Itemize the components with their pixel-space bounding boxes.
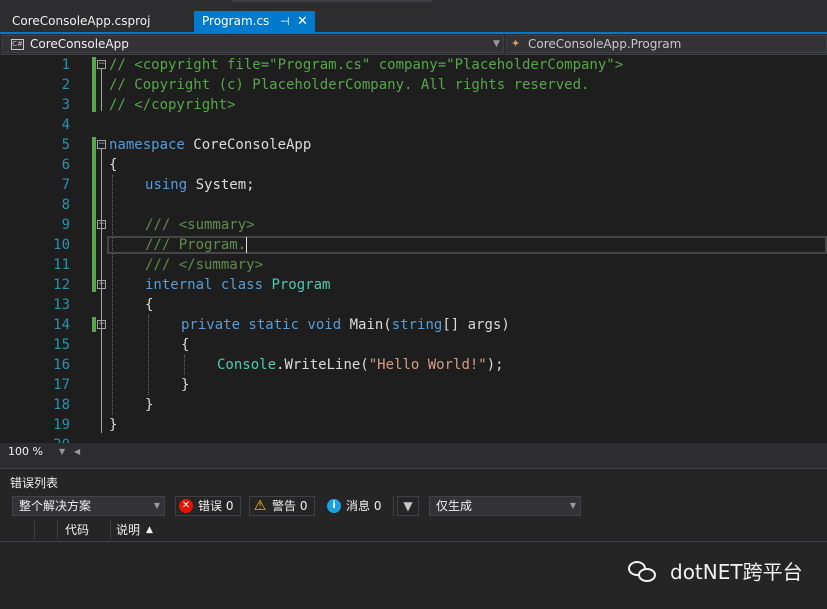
tab-program-cs[interactable]: Program.cs ⊣ ✕ [194, 11, 315, 32]
method-call: .WriteLine( [276, 357, 369, 373]
keyword: internal class [145, 277, 264, 293]
line-number: 19 [53, 417, 70, 433]
line-number: 10 [53, 237, 70, 253]
code-line-17: } [181, 377, 190, 393]
code-line-1: // <copyright file="Program.cs" company=… [109, 57, 624, 73]
line-number: 1 [61, 57, 70, 73]
line-number: 20 [0, 435, 70, 443]
code-line-13: { [145, 297, 154, 313]
errors-label: 错误 0 [198, 499, 234, 513]
line-number: 11 [53, 257, 70, 273]
tab-csproj-label: CoreConsoleApp.csproj [12, 14, 151, 28]
keyword: string [391, 317, 443, 333]
chevron-down-icon[interactable]: ▼ [493, 36, 500, 52]
type-name: Console [217, 357, 277, 373]
project-dropdown[interactable]: C# CoreConsoleApp ▼ [2, 35, 504, 53]
build-filter-value: 仅生成 [436, 499, 473, 513]
line-number: 16 [53, 357, 70, 373]
chevron-down-icon[interactable]: ▼ [59, 444, 65, 459]
close-icon[interactable]: ✕ [297, 11, 308, 32]
warning-icon: ⚠ [253, 498, 267, 514]
member-dropdown[interactable]: ✦ CoreConsoleApp.Program [506, 35, 827, 53]
filter-icon: ▼ [403, 499, 413, 513]
messages-label: 消息 0 [346, 499, 382, 513]
error-list-column-header: 代码 说明 ▲ [0, 519, 827, 542]
error-list-title: 错误列表 [10, 476, 59, 490]
build-filter-dropdown[interactable]: 仅生成 ▼ [429, 496, 581, 516]
code-line-11: /// </summary> [145, 257, 264, 273]
chevron-down-icon: ▼ [153, 501, 160, 510]
line-number: 18 [53, 397, 70, 413]
code-line-9: /// <summary> [145, 217, 255, 233]
navigation-bar: C# CoreConsoleApp ▼ ✦ CoreConsoleApp.Pro… [0, 34, 827, 55]
text-cursor [246, 237, 248, 253]
tab-bar-strip [232, 0, 432, 2]
error-list-panel: 错误列表 整个解决方案 ▼ ✕ 错误 0 ⚠ 警告 0 i 消息 0 ▼ 仅生成… [0, 468, 827, 609]
namespace-name: CoreConsoleApp [184, 137, 312, 153]
csharp-project-icon: C# [11, 39, 24, 50]
line-number: 4 [61, 117, 70, 133]
code-line-2: // Copyright (c) PlaceholderCompany. All… [109, 77, 590, 93]
code-line-3: // </copyright> [109, 97, 236, 113]
warnings-label: 警告 0 [272, 499, 308, 513]
code-line-19: } [109, 417, 118, 433]
tab-program-cs-label: Program.cs [202, 14, 270, 28]
call-end: ); [486, 357, 504, 373]
string-literal: "Hello World!" [368, 357, 487, 373]
error-icon: ✕ [179, 499, 193, 513]
line-number: 7 [61, 177, 70, 193]
using-target: System; [187, 177, 255, 193]
errors-filter-button[interactable]: ✕ 错误 0 [175, 496, 241, 516]
class-icon: ✦ [511, 37, 521, 50]
error-list-toolbar: 整个解决方案 ▼ ✕ 错误 0 ⚠ 警告 0 i 消息 0 ▼ 仅生成 ▼ [0, 493, 827, 517]
chevron-down-icon: ▼ [569, 501, 576, 510]
code-line-6: { [109, 157, 118, 173]
watermark-text: dotNET跨平台 [670, 560, 803, 584]
warnings-filter-button[interactable]: ⚠ 警告 0 [249, 496, 315, 516]
editor-status-strip: 100 % ▼ ◀ [0, 443, 827, 460]
column-divider [34, 521, 35, 539]
project-name: CoreConsoleApp [30, 37, 129, 51]
keyword: private static void [181, 317, 342, 333]
code-editor[interactable]: − − − − − 1// <copyright file="Program.c… [0, 55, 827, 443]
scope-dropdown[interactable]: 整个解决方案 ▼ [12, 496, 165, 516]
method-name: Main( [341, 317, 392, 333]
line-number: 3 [61, 97, 70, 113]
messages-filter-button[interactable]: i 消息 0 [323, 496, 387, 516]
scroll-left-icon[interactable]: ◀ [74, 444, 80, 459]
line-number: 13 [53, 297, 70, 313]
keyword: using [145, 177, 188, 193]
type-name: Program [271, 277, 331, 293]
column-header-code[interactable]: 代码 [65, 519, 89, 541]
ascending-sort-icon: ▲ [146, 525, 153, 535]
scope-value: 整个解决方案 [19, 499, 92, 513]
toolbar-separator [393, 496, 394, 516]
line-number: 12 [53, 277, 70, 293]
member-name: CoreConsoleApp.Program [528, 37, 682, 51]
line-number: 6 [61, 157, 70, 173]
line-number: 9 [61, 217, 70, 233]
line-number: 5 [61, 137, 70, 153]
tab-csproj[interactable]: CoreConsoleApp.csproj [2, 11, 192, 32]
code-line-10: /// Program. [145, 237, 247, 253]
column-divider [57, 521, 58, 539]
line-number: 14 [53, 317, 70, 333]
line-number: 15 [53, 337, 70, 353]
code-line-18: } [145, 397, 154, 413]
column-header-description[interactable]: 说明 [116, 519, 140, 541]
zoom-level[interactable]: 100 % [8, 444, 43, 459]
keyword: namespace [109, 137, 185, 153]
filter-button[interactable]: ▼ [397, 496, 419, 516]
column-divider [110, 521, 111, 539]
line-number: 8 [61, 197, 70, 213]
info-icon: i [327, 499, 341, 513]
line-number: 2 [61, 77, 70, 93]
wechat-icon [628, 561, 658, 583]
pin-icon[interactable]: ⊣ [280, 11, 290, 32]
code-line-15: { [181, 337, 190, 353]
method-params: [] args) [442, 317, 510, 333]
line-number: 17 [53, 377, 70, 393]
document-tab-bar: CoreConsoleApp.csproj Program.cs ⊣ ✕ [0, 0, 827, 34]
